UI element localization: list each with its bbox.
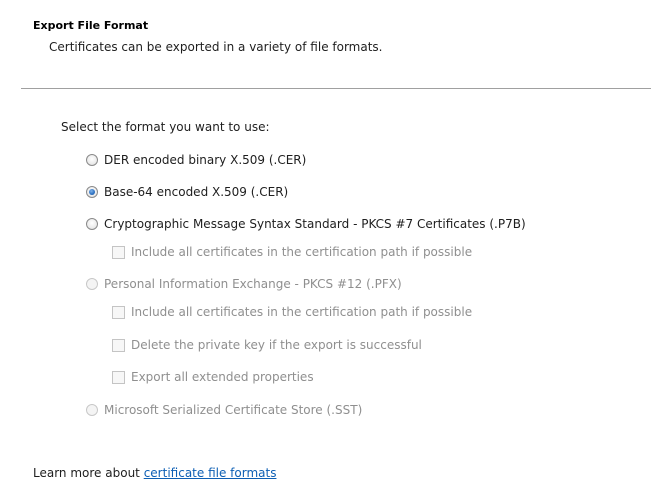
der-radio-button[interactable] (86, 154, 98, 166)
page-subtitle: Certificates can be exported in a variet… (49, 40, 383, 54)
pfx-export-props-checkbox (112, 370, 125, 384)
pfx-include-all-option: Include all certificates in the certific… (112, 303, 472, 321)
radio-der-option[interactable]: DER encoded binary X.509 (.CER) (86, 151, 306, 169)
radio-pfx-option: Personal Information Exchange - PKCS #12… (86, 275, 402, 293)
pkcs7-include-all-option: Include all certificates in the certific… (112, 243, 472, 261)
pkcs7-radio-button[interactable] (86, 218, 98, 230)
pfx-include-all-checkbox (112, 305, 125, 319)
base64-radio-button[interactable] (86, 186, 98, 198)
pfx-radio-button (86, 278, 98, 290)
radio-sst-option: Microsoft Serialized Certificate Store (… (86, 401, 362, 419)
learn-more-prefix: Learn more about (33, 466, 144, 480)
format-prompt: Select the format you want to use: (61, 120, 270, 134)
pfx-label: Personal Information Exchange - PKCS #12… (104, 277, 402, 291)
pfx-include-all-label: Include all certificates in the certific… (131, 305, 473, 319)
learn-more-text: Learn more about certificate file format… (33, 466, 276, 480)
radio-pkcs7-option[interactable]: Cryptographic Message Syntax Standard - … (86, 215, 526, 233)
pkcs7-label[interactable]: Cryptographic Message Syntax Standard - … (104, 217, 526, 231)
wizard-header: Export File Format Certificates can be e… (0, 0, 651, 88)
pfx-delete-key-checkbox (112, 338, 125, 352)
pfx-export-props-option: Export all extended properties (112, 368, 314, 386)
pkcs7-include-all-label: Include all certificates in the certific… (131, 245, 473, 259)
pkcs7-include-all-checkbox (112, 245, 125, 259)
der-label[interactable]: DER encoded binary X.509 (.CER) (104, 153, 306, 167)
pfx-delete-key-label: Delete the private key if the export is … (131, 338, 422, 352)
base64-label[interactable]: Base-64 encoded X.509 (.CER) (104, 185, 288, 199)
sst-label: Microsoft Serialized Certificate Store (… (104, 403, 363, 417)
pfx-delete-key-option: Delete the private key if the export is … (112, 336, 422, 354)
pfx-export-props-label: Export all extended properties (131, 370, 314, 384)
header-divider (21, 88, 651, 90)
radio-base64-option[interactable]: Base-64 encoded X.509 (.CER) (86, 183, 288, 201)
certificate-formats-link[interactable]: certificate file formats (144, 466, 277, 480)
page-title: Export File Format (33, 19, 149, 32)
sst-radio-button (86, 404, 98, 416)
